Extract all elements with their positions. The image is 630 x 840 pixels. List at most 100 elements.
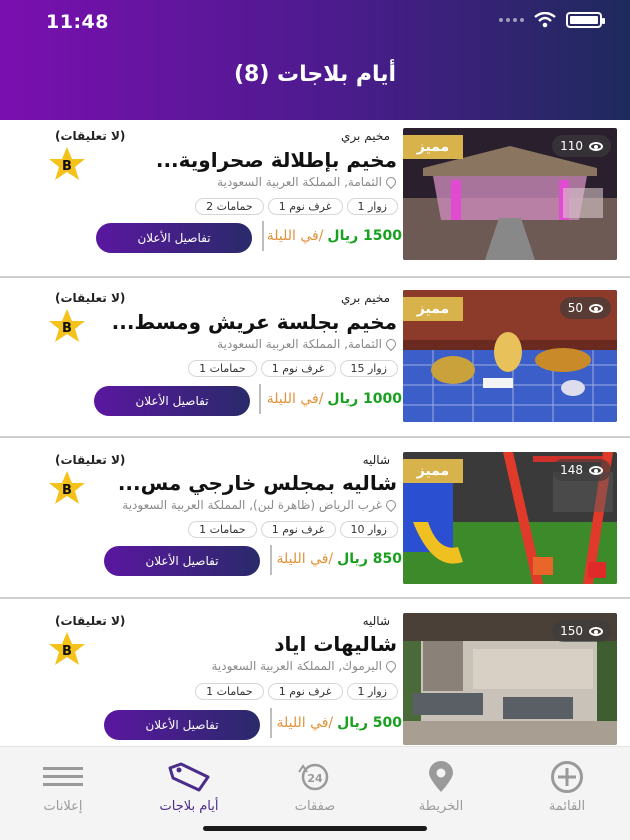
home-indicator[interactable] [203, 826, 427, 831]
listing-price: 850 ريال /في الليلة [276, 551, 402, 567]
listing-title[interactable]: مخيم بإطلالة صحراوية... [57, 148, 397, 172]
divider [259, 384, 261, 414]
amenity-chips: زوار 15 غرف نوم 1 حمامات 1 [188, 360, 398, 377]
price-amount: 1500 ريال [327, 228, 402, 244]
featured-badge: مميز [403, 135, 463, 159]
listing-card[interactable]: مميز 110 مخيم بري (لا تعليقات) مخيم بإطل… [0, 120, 630, 278]
rating-letter: B [62, 321, 72, 336]
listing-card[interactable]: مميز 148 شاليه (لا تعليقات) شاليه بمجلس … [0, 441, 630, 599]
views-count: 50 [559, 297, 611, 319]
rating-star-icon: B [49, 632, 85, 665]
location-pin-icon [383, 336, 399, 352]
amenity-chips: زوار 10 غرف نوم 1 حمامات 1 [188, 521, 398, 538]
listing-details-button[interactable]: تفاصيل الأعلان [104, 546, 260, 576]
listing-details-button[interactable]: تفاصيل الأعلان [104, 710, 260, 740]
tab-ads[interactable]: إعلانات [8, 761, 118, 814]
listing-price: 1000 ريال /في الليلة [267, 391, 402, 407]
views-value: 110 [560, 139, 583, 153]
price-unit: /في الليلة [276, 715, 334, 731]
amenity-chips: زوار 1 غرف نوم 1 حمامات 1 [195, 683, 398, 700]
chip-bedrooms: غرف نوم 1 [267, 683, 343, 700]
comments-count: (لا تعليقات) [55, 129, 126, 143]
listing-price: 1500 ريال /في الليلة [267, 228, 402, 244]
eye-icon [589, 626, 603, 636]
listing-card[interactable]: مميز 50 مخيم بري (لا تعليقات) مخيم بجلسة… [0, 280, 630, 438]
tab-deals[interactable]: 24 صفقات [260, 761, 370, 814]
listing-title[interactable]: مخيم بجلسة عريش ومسط... [57, 310, 397, 334]
chip-guests: زوار 1 [346, 683, 398, 700]
location-pin-icon [383, 497, 399, 513]
listing-photo[interactable]: مميز 50 [403, 290, 617, 422]
views-value: 150 [560, 624, 583, 638]
tab-list-label: القائمة [548, 799, 586, 814]
chip-bedrooms: غرف نوم 1 [260, 521, 336, 538]
divider [270, 708, 272, 738]
comments-count: (لا تعليقات) [55, 614, 126, 628]
listing-category: شاليه [362, 453, 390, 467]
chip-bathrooms: حمامات 1 [188, 360, 257, 377]
rating-letter: B [62, 644, 72, 659]
chip-bathrooms: حمامات 2 [195, 198, 264, 215]
chip-bedrooms: غرف نوم 1 [260, 360, 336, 377]
views-value: 148 [560, 463, 583, 477]
chip-bathrooms: حمامات 1 [195, 683, 264, 700]
rating-star-icon: B [49, 471, 85, 504]
views-value: 50 [567, 301, 583, 315]
chip-guests: زوار 10 [339, 521, 398, 538]
listing-photo[interactable]: مميز 148 [403, 452, 617, 584]
price-amount: 850 ريال [337, 551, 402, 567]
listing-details-button[interactable]: تفاصيل الأعلان [96, 223, 252, 253]
tab-map[interactable]: الخريطة [386, 761, 496, 814]
map-pin-icon [386, 761, 496, 793]
status-icons [499, 12, 605, 28]
amenity-chips: زوار 1 غرف نوم 1 حمامات 2 [195, 198, 398, 215]
rating-letter: B [62, 159, 72, 174]
tab-list[interactable]: القائمة [512, 761, 622, 814]
listing-category: مخيم بري [341, 291, 390, 305]
listing-title[interactable]: شاليه بمجلس خارجي مس... [57, 471, 397, 495]
rating-star-icon: B [49, 309, 85, 342]
location-text: الثمامة, المملكة العربية السعودية [217, 175, 382, 189]
chip-guests: زوار 1 [346, 198, 398, 215]
tab-ayam-blajat[interactable]: أيام بلاجات [134, 761, 244, 814]
chip-guests: زوار 15 [339, 360, 398, 377]
tab-ads-label: إعلانات [43, 799, 83, 814]
divider [262, 221, 264, 251]
svg-text:24: 24 [307, 772, 323, 785]
app-header: 11:48 أيام بلاجات (8) [0, 0, 630, 120]
listings-list[interactable]: مميز 110 مخيم بري (لا تعليقات) مخيم بإطل… [0, 120, 630, 746]
comments-count: (لا تعليقات) [55, 453, 126, 467]
eye-icon [589, 303, 603, 313]
menu-lines-icon [8, 761, 118, 793]
listing-details-button[interactable]: تفاصيل الأعلان [94, 386, 250, 416]
price-unit: /في الليلة [266, 228, 324, 244]
tab-map-label: الخريطة [418, 799, 464, 814]
listing-price: 500 ريال /في الليلة [276, 715, 402, 731]
tab-deals-label: صفقات [294, 799, 336, 814]
signal-icon [499, 18, 524, 22]
views-count: 110 [552, 135, 611, 157]
listing-card[interactable]: 150 شاليه (لا تعليقات) شاليهات اياد B ال… [0, 602, 630, 746]
eye-icon [589, 465, 603, 475]
listing-location: اليرموك, المملكة العربية السعودية [211, 658, 399, 674]
battery-icon [566, 12, 605, 28]
listing-location: غرب الرياض (ظاهرة لبن), المملكة العربية … [122, 497, 399, 513]
listing-photo[interactable]: مميز 110 [403, 128, 617, 260]
price-amount: 1000 ريال [327, 391, 402, 407]
listing-title[interactable]: شاليهات اياد [57, 632, 397, 656]
listing-photo[interactable]: 150 [403, 613, 617, 745]
listing-location: الثمامة, المملكة العربية السعودية [217, 336, 399, 352]
listing-location: الثمامة, المملكة العربية السعودية [217, 174, 399, 190]
price-unit: /في الليلة [266, 391, 324, 407]
eye-icon [589, 141, 603, 151]
location-text: الثمامة, المملكة العربية السعودية [217, 337, 382, 351]
page-title: أيام بلاجات (8) [233, 62, 397, 87]
tag-icon [134, 761, 244, 793]
featured-badge: مميز [403, 459, 463, 483]
location-text: اليرموك, المملكة العربية السعودية [211, 659, 382, 673]
status-time: 11:48 [46, 11, 109, 33]
24h-icon: 24 [260, 761, 370, 793]
rating-letter: B [62, 483, 72, 498]
comments-count: (لا تعليقات) [55, 291, 126, 305]
location-text: غرب الرياض (ظاهرة لبن), المملكة العربية … [122, 498, 382, 512]
